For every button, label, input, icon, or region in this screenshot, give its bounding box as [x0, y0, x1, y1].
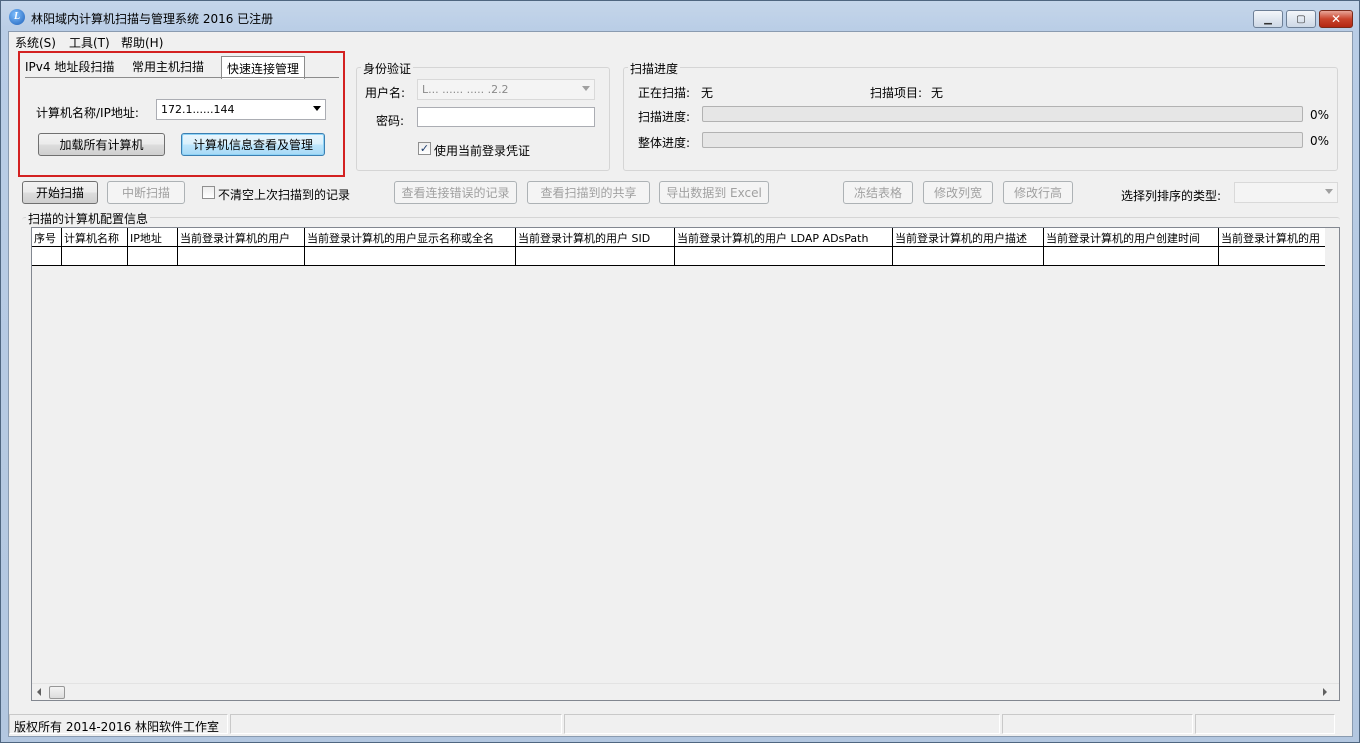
row-height-button[interactable]: 修改行高 — [1003, 181, 1073, 204]
keep-records-checkbox[interactable] — [202, 186, 215, 199]
chevron-down-icon — [582, 86, 590, 91]
column-header[interactable]: 当前登录计算机的用户显示名称或全名 — [305, 228, 515, 247]
use-current-checkbox[interactable]: ✓ — [418, 142, 431, 155]
menu-bar: 系统(S) 工具(T) 帮助(H) — [9, 32, 1352, 50]
status-panel-2 — [230, 714, 562, 734]
view-errors-button[interactable]: 查看连接错误的记录 — [394, 181, 517, 204]
grid-group-title: 扫描的计算机配置信息 — [26, 210, 151, 227]
scanning-value: 无 — [701, 86, 714, 100]
freeze-table-button[interactable]: 冻结表格 — [843, 181, 913, 204]
password-label: 密码: — [376, 114, 405, 128]
grid-column-8[interactable]: 当前登录计算机的用户创建时间 — [1044, 228, 1219, 265]
maximize-button[interactable]: ▢ — [1286, 10, 1316, 28]
progress-group-title: 扫描进度 — [628, 60, 681, 77]
username-label: 用户名: — [365, 86, 406, 100]
grid-header: 序号 计算机名称 IP地址 当前登录计算机的用户 当前登录计算机的用户显示名称或全名 当前… — [32, 228, 1325, 266]
use-current-label: 使用当前登录凭证 — [434, 144, 531, 158]
checkmark-icon: ✓ — [419, 142, 430, 155]
grid-column-0[interactable]: 序号 — [32, 228, 62, 265]
scanning-label: 正在扫描: — [638, 86, 691, 100]
host-label: 计算机名称/IP地址: — [36, 106, 139, 120]
sort-type-label: 选择列排序的类型: — [1121, 189, 1222, 203]
scan-item-label: 扫描项目: — [870, 86, 923, 100]
column-header[interactable]: 序号 — [32, 228, 61, 247]
menu-system[interactable]: 系统(S) — [15, 34, 56, 51]
host-combo[interactable]: 172.1......144 — [156, 99, 326, 120]
status-copyright: 版权所有 2014-2016 林阳软件工作室 — [9, 714, 228, 734]
tab-divider — [25, 77, 339, 78]
column-header[interactable]: 当前登录计算机的用户创建时间 — [1044, 228, 1218, 247]
keep-records-label: 不清空上次扫描到的记录 — [218, 188, 351, 202]
chevron-down-icon — [313, 106, 321, 111]
column-header[interactable]: 计算机名称 — [62, 228, 127, 247]
status-panel-4 — [1002, 714, 1193, 734]
app-window: L 林阳域内计算机扫描与管理系统 2016 已注册 ▁ ▢ ✕ 系统(S) 工具… — [0, 0, 1360, 743]
status-panel-3 — [564, 714, 1000, 734]
overall-progress-label: 整体进度: — [638, 136, 691, 150]
minimize-icon: ▁ — [1264, 13, 1272, 25]
start-scan-button[interactable]: 开始扫描 — [22, 181, 98, 204]
tab-quick-connect[interactable]: 快速连接管理 — [221, 56, 306, 79]
scan-progress-bar — [702, 106, 1303, 122]
client-area: 系统(S) 工具(T) 帮助(H) IPv4 地址段扫描 常用主机扫描 快速连接… — [8, 31, 1353, 737]
grid-column-3[interactable]: 当前登录计算机的用户 — [178, 228, 305, 265]
view-shares-button[interactable]: 查看扫描到的共享 — [527, 181, 650, 204]
grid-column-5[interactable]: 当前登录计算机的用户 SID — [516, 228, 675, 265]
overall-progress-bar — [702, 132, 1303, 148]
horizontal-scrollbar[interactable] — [32, 683, 1339, 700]
host-value: 172.1......144 — [161, 103, 235, 116]
data-grid[interactable]: 序号 计算机名称 IP地址 当前登录计算机的用户 当前登录计算机的用户显示名称或全名 当前… — [31, 227, 1340, 701]
close-icon: ✕ — [1330, 12, 1342, 26]
scan-item-value: 无 — [931, 86, 944, 100]
grid-column-6[interactable]: 当前登录计算机的用户 LDAP ADsPath — [675, 228, 893, 265]
column-header[interactable]: 当前登录计算机的用户 SID — [516, 228, 674, 247]
sort-type-combo[interactable] — [1234, 182, 1338, 203]
status-bar: 版权所有 2014-2016 林阳软件工作室 — [9, 712, 1352, 736]
tab-common-hosts[interactable]: 常用主机扫描 — [132, 58, 204, 75]
title-bar[interactable]: L 林阳域内计算机扫描与管理系统 2016 已注册 ▁ ▢ ✕ — [1, 1, 1359, 31]
info-manage-button[interactable]: 计算机信息查看及管理 — [181, 133, 325, 156]
app-logo-icon: L — [9, 9, 25, 25]
scroll-right-icon[interactable] — [1323, 688, 1327, 696]
grid-column-7[interactable]: 当前登录计算机的用户描述 — [893, 228, 1044, 265]
export-excel-button[interactable]: 导出数据到 Excel — [659, 181, 769, 204]
column-header[interactable]: 当前登录计算机的用户 LDAP ADsPath — [675, 228, 892, 247]
scroll-thumb[interactable] — [49, 686, 65, 699]
window-title: 林阳域内计算机扫描与管理系统 2016 已注册 — [31, 12, 274, 26]
column-header[interactable]: 当前登录计算机的用户 — [178, 228, 304, 247]
scroll-left-icon[interactable] — [37, 688, 41, 696]
username-combo[interactable]: L... ...... ..... .2.2 — [417, 79, 595, 100]
stop-scan-button[interactable]: 中断扫描 — [107, 181, 185, 204]
chevron-down-icon — [1325, 189, 1333, 194]
column-header[interactable]: IP地址 — [128, 228, 177, 247]
minimize-button[interactable]: ▁ — [1253, 10, 1283, 28]
scan-progress-label: 扫描进度: — [638, 110, 691, 124]
grid-column-2[interactable]: IP地址 — [128, 228, 178, 265]
close-button[interactable]: ✕ — [1319, 10, 1353, 28]
menu-help[interactable]: 帮助(H) — [121, 34, 163, 51]
column-width-button[interactable]: 修改列宽 — [923, 181, 993, 204]
username-value: L... ...... ..... .2.2 — [422, 83, 509, 96]
column-header[interactable]: 当前登录计算机的用 — [1219, 228, 1325, 247]
tab-ipv4-scan[interactable]: IPv4 地址段扫描 — [25, 58, 114, 75]
maximize-icon: ▢ — [1296, 13, 1306, 25]
scan-percent: 0% — [1310, 108, 1330, 122]
load-all-button[interactable]: 加载所有计算机 — [38, 133, 165, 156]
grid-column-4[interactable]: 当前登录计算机的用户显示名称或全名 — [305, 228, 516, 265]
grid-column-9[interactable]: 当前登录计算机的用 — [1219, 228, 1325, 265]
column-header[interactable]: 当前登录计算机的用户描述 — [893, 228, 1043, 247]
status-panel-5 — [1195, 714, 1335, 734]
menu-tools[interactable]: 工具(T) — [69, 34, 110, 51]
password-field[interactable] — [417, 107, 595, 127]
overall-percent: 0% — [1310, 134, 1330, 148]
grid-column-1[interactable]: 计算机名称 — [62, 228, 128, 265]
auth-group-title: 身份验证 — [361, 60, 414, 77]
